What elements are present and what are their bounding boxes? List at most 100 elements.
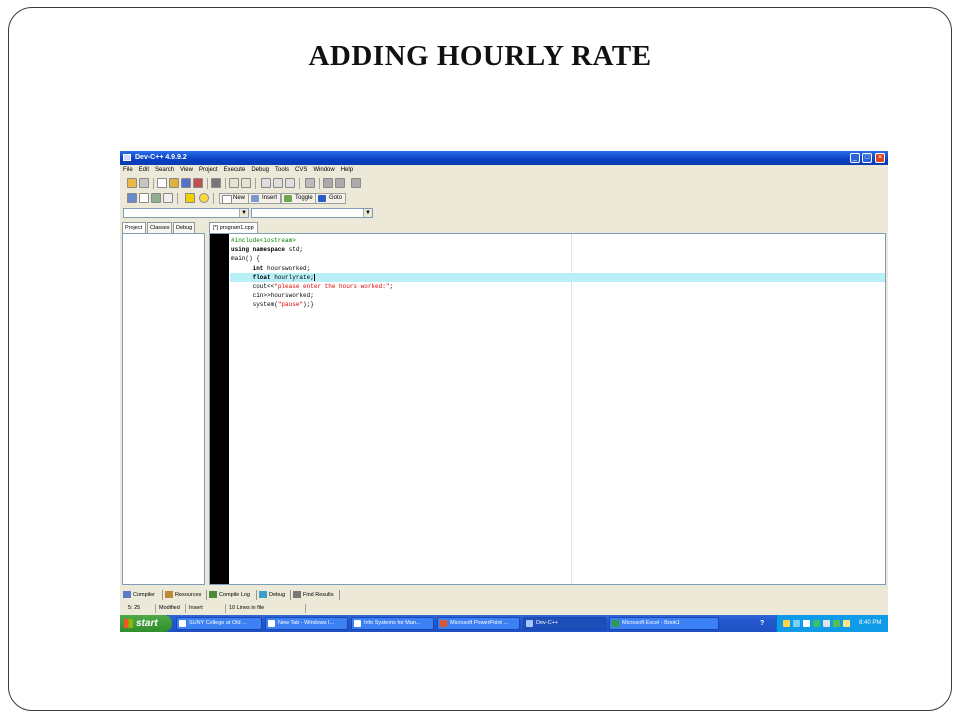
- insert-icon: [251, 195, 259, 202]
- insert-mode-status: Insert: [186, 604, 226, 613]
- menu-view[interactable]: View: [177, 165, 196, 176]
- code-editor[interactable]: #include<iostream> using namespace std; …: [209, 233, 886, 585]
- tab-find-results[interactable]: Find Results: [292, 590, 334, 600]
- redo-icon[interactable]: [241, 178, 251, 188]
- menu-file[interactable]: File: [120, 165, 136, 176]
- new-file-icon[interactable]: [157, 178, 167, 188]
- close-icon[interactable]: ×: [875, 153, 885, 163]
- compile-log-icon: [209, 591, 217, 598]
- find-next-icon[interactable]: [285, 178, 295, 188]
- indent-icon[interactable]: [323, 178, 333, 188]
- windows-logo-icon: [124, 619, 133, 628]
- new-button[interactable]: New: [219, 193, 250, 204]
- tray-icon[interactable]: [783, 620, 790, 627]
- window-title: Dev-C++ 4.9.9.2: [135, 154, 187, 161]
- menu-help[interactable]: Help: [338, 165, 356, 176]
- toggle-comment-icon[interactable]: [351, 178, 361, 188]
- powerpoint-icon: [440, 620, 447, 627]
- tab-resources[interactable]: Resources: [164, 590, 201, 600]
- rebuild-icon[interactable]: [163, 193, 173, 203]
- compile-run-icon[interactable]: [151, 193, 161, 203]
- code-line: using namespace std;: [231, 246, 304, 254]
- chevron-down-icon[interactable]: ▼: [239, 209, 248, 217]
- chevron-down-icon[interactable]: ▼: [363, 209, 372, 217]
- excel-icon: [612, 620, 619, 627]
- tab-program1-cpp[interactable]: [*] program1.cpp: [209, 222, 258, 233]
- ie-icon: [268, 620, 275, 627]
- goto-line-icon[interactable]: [305, 178, 315, 188]
- system-tray: 8:40 PM: [776, 615, 888, 632]
- code-line-current: float hourlyrate;: [230, 272, 885, 282]
- tray-icon[interactable]: [813, 620, 820, 627]
- project-tree-panel[interactable]: [122, 233, 205, 585]
- menu-project[interactable]: Project: [196, 165, 221, 176]
- cursor-position: 5: 25: [122, 604, 156, 613]
- unindent-icon[interactable]: [335, 178, 345, 188]
- tray-icon[interactable]: [843, 620, 850, 627]
- network-icon[interactable]: [833, 620, 840, 627]
- compile-icon[interactable]: [127, 193, 137, 203]
- tab-debug-bottom[interactable]: Debug: [258, 590, 285, 600]
- task-powerpoint[interactable]: Microsoft PowerPoint ...: [437, 617, 520, 630]
- about-icon[interactable]: [199, 193, 209, 203]
- debug-check-icon: [259, 591, 267, 598]
- tab-project[interactable]: Project: [122, 222, 146, 233]
- line-count-status: 10 Lines in file: [226, 604, 306, 613]
- menu-cvs[interactable]: CVS: [292, 165, 310, 176]
- task-new-tab[interactable]: New Tab - Windows I...: [265, 617, 348, 630]
- goto-button[interactable]: Goto: [315, 193, 347, 204]
- maximize-icon[interactable]: □: [862, 153, 872, 163]
- menu-window[interactable]: Window: [310, 165, 337, 176]
- secondary-toolbar: New Insert Toggle Goto: [123, 193, 373, 205]
- code-line: cout<<"please enter the hours worked:";: [231, 282, 394, 290]
- task-info-systems[interactable]: Info Systems for Man...: [351, 617, 434, 630]
- code-text[interactable]: #include<iostream> using namespace std; …: [230, 236, 885, 310]
- minimize-icon[interactable]: _: [850, 153, 860, 163]
- task-suny-college[interactable]: SUNY College at Old ...: [176, 617, 262, 630]
- insert-button[interactable]: Insert: [248, 193, 282, 204]
- menu-search[interactable]: Search: [152, 165, 177, 176]
- save-all-icon[interactable]: [193, 178, 203, 188]
- menu-edit[interactable]: Edit: [136, 165, 152, 176]
- task-excel[interactable]: Microsoft Excel - Book1: [609, 617, 719, 630]
- save-icon[interactable]: [181, 178, 191, 188]
- compiler-icon: [123, 591, 131, 598]
- tray-icon[interactable]: [803, 620, 810, 627]
- replace-icon[interactable]: [273, 178, 283, 188]
- code-line: system("pause");}: [231, 301, 314, 309]
- toggle-button[interactable]: Toggle: [281, 193, 317, 204]
- run-icon[interactable]: [139, 193, 149, 203]
- undo-icon[interactable]: [229, 178, 239, 188]
- app-icon: [123, 154, 131, 161]
- title-bar[interactable]: Dev-C++ 4.9.9.2 _ □ ×: [120, 151, 888, 165]
- start-button[interactable]: start: [120, 615, 172, 632]
- open-project-icon[interactable]: [127, 178, 137, 188]
- windows-taskbar: start SUNY College at Old ... New Tab - …: [120, 615, 888, 632]
- code-line: main() {: [231, 255, 260, 263]
- open-file-icon[interactable]: [169, 178, 179, 188]
- volume-icon[interactable]: [823, 620, 830, 627]
- menu-execute[interactable]: Execute: [221, 165, 249, 176]
- class-combo[interactable]: ▼: [123, 208, 249, 218]
- resources-icon: [165, 591, 173, 598]
- clock[interactable]: 8:40 PM: [859, 615, 881, 632]
- menu-bar: File Edit Search View Project Execute Debug Too…: [120, 165, 888, 176]
- task-devcpp[interactable]: Dev-C++: [523, 617, 606, 630]
- tab-classes[interactable]: Classes: [147, 222, 172, 233]
- tray-icon[interactable]: [793, 620, 800, 627]
- tab-debug[interactable]: Debug: [173, 222, 195, 233]
- menu-tools[interactable]: Tools: [272, 165, 292, 176]
- close-project-icon[interactable]: [139, 178, 149, 188]
- help-tray-icon[interactable]: ?: [760, 619, 769, 628]
- tab-compiler[interactable]: Compiler: [122, 590, 155, 600]
- ie-icon: [179, 620, 186, 627]
- menu-debug[interactable]: Debug: [248, 165, 272, 176]
- help-icon[interactable]: [185, 193, 195, 203]
- editor-gutter[interactable]: [210, 234, 229, 584]
- tab-compile-log[interactable]: Compile Log: [208, 590, 250, 600]
- print-icon[interactable]: [211, 178, 221, 188]
- find-icon[interactable]: [261, 178, 271, 188]
- slide-title: ADDING HOURLY RATE: [308, 40, 652, 72]
- new-icon: [222, 195, 232, 204]
- member-combo[interactable]: ▼: [251, 208, 373, 218]
